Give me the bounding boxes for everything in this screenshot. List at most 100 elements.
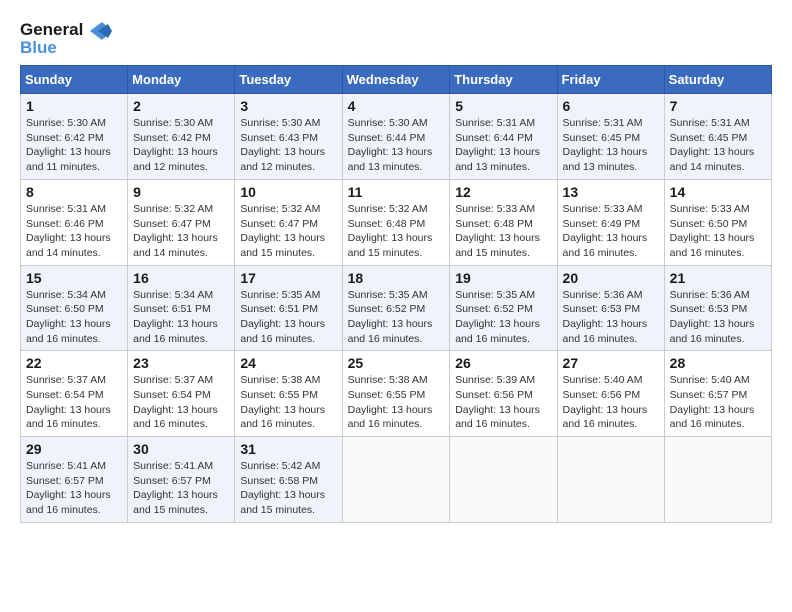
day-info: Sunrise: 5:41 AM Sunset: 6:57 PM Dayligh… xyxy=(133,459,229,518)
day-info: Sunrise: 5:38 AM Sunset: 6:55 PM Dayligh… xyxy=(240,373,336,432)
calendar-cell: 4 Sunrise: 5:30 AM Sunset: 6:44 PM Dayli… xyxy=(342,94,450,180)
calendar-cell xyxy=(342,437,450,523)
day-number: 6 xyxy=(563,98,659,114)
calendar-cell: 29 Sunrise: 5:41 AM Sunset: 6:57 PM Dayl… xyxy=(21,437,128,523)
day-number: 5 xyxy=(455,98,551,114)
day-info: Sunrise: 5:30 AM Sunset: 6:44 PM Dayligh… xyxy=(348,116,445,175)
day-number: 13 xyxy=(563,184,659,200)
day-info: Sunrise: 5:40 AM Sunset: 6:56 PM Dayligh… xyxy=(563,373,659,432)
calendar-cell: 15 Sunrise: 5:34 AM Sunset: 6:50 PM Dayl… xyxy=(21,265,128,351)
day-number: 31 xyxy=(240,441,336,457)
calendar-cell: 10 Sunrise: 5:32 AM Sunset: 6:47 PM Dayl… xyxy=(235,179,342,265)
calendar-cell: 6 Sunrise: 5:31 AM Sunset: 6:45 PM Dayli… xyxy=(557,94,664,180)
day-info: Sunrise: 5:30 AM Sunset: 6:42 PM Dayligh… xyxy=(133,116,229,175)
day-info: Sunrise: 5:37 AM Sunset: 6:54 PM Dayligh… xyxy=(133,373,229,432)
calendar-cell xyxy=(664,437,771,523)
day-number: 18 xyxy=(348,270,445,286)
calendar-cell: 3 Sunrise: 5:30 AM Sunset: 6:43 PM Dayli… xyxy=(235,94,342,180)
calendar-cell: 28 Sunrise: 5:40 AM Sunset: 6:57 PM Dayl… xyxy=(664,351,771,437)
day-info: Sunrise: 5:32 AM Sunset: 6:47 PM Dayligh… xyxy=(240,202,336,261)
day-number: 17 xyxy=(240,270,336,286)
calendar-cell: 2 Sunrise: 5:30 AM Sunset: 6:42 PM Dayli… xyxy=(128,94,235,180)
day-number: 7 xyxy=(670,98,766,114)
day-number: 4 xyxy=(348,98,445,114)
day-number: 20 xyxy=(563,270,659,286)
day-info: Sunrise: 5:31 AM Sunset: 6:44 PM Dayligh… xyxy=(455,116,551,175)
day-number: 14 xyxy=(670,184,766,200)
calendar-cell: 12 Sunrise: 5:33 AM Sunset: 6:48 PM Dayl… xyxy=(450,179,557,265)
calendar-cell: 5 Sunrise: 5:31 AM Sunset: 6:44 PM Dayli… xyxy=(450,94,557,180)
day-info: Sunrise: 5:36 AM Sunset: 6:53 PM Dayligh… xyxy=(563,288,659,347)
calendar-cell: 27 Sunrise: 5:40 AM Sunset: 6:56 PM Dayl… xyxy=(557,351,664,437)
calendar-cell: 21 Sunrise: 5:36 AM Sunset: 6:53 PM Dayl… xyxy=(664,265,771,351)
calendar-cell: 16 Sunrise: 5:34 AM Sunset: 6:51 PM Dayl… xyxy=(128,265,235,351)
day-number: 1 xyxy=(26,98,122,114)
day-number: 19 xyxy=(455,270,551,286)
weekday-header-monday: Monday xyxy=(128,66,235,94)
weekday-header-tuesday: Tuesday xyxy=(235,66,342,94)
day-number: 28 xyxy=(670,355,766,371)
day-number: 30 xyxy=(133,441,229,457)
weekday-header-saturday: Saturday xyxy=(664,66,771,94)
day-number: 24 xyxy=(240,355,336,371)
day-info: Sunrise: 5:33 AM Sunset: 6:48 PM Dayligh… xyxy=(455,202,551,261)
day-info: Sunrise: 5:33 AM Sunset: 6:50 PM Dayligh… xyxy=(670,202,766,261)
day-info: Sunrise: 5:35 AM Sunset: 6:52 PM Dayligh… xyxy=(348,288,445,347)
day-info: Sunrise: 5:39 AM Sunset: 6:56 PM Dayligh… xyxy=(455,373,551,432)
day-info: Sunrise: 5:31 AM Sunset: 6:45 PM Dayligh… xyxy=(563,116,659,175)
day-info: Sunrise: 5:34 AM Sunset: 6:51 PM Dayligh… xyxy=(133,288,229,347)
day-info: Sunrise: 5:42 AM Sunset: 6:58 PM Dayligh… xyxy=(240,459,336,518)
day-number: 8 xyxy=(26,184,122,200)
day-number: 25 xyxy=(348,355,445,371)
weekday-header-sunday: Sunday xyxy=(21,66,128,94)
calendar-cell: 7 Sunrise: 5:31 AM Sunset: 6:45 PM Dayli… xyxy=(664,94,771,180)
calendar-cell: 9 Sunrise: 5:32 AM Sunset: 6:47 PM Dayli… xyxy=(128,179,235,265)
day-number: 15 xyxy=(26,270,122,286)
calendar-cell: 1 Sunrise: 5:30 AM Sunset: 6:42 PM Dayli… xyxy=(21,94,128,180)
day-number: 27 xyxy=(563,355,659,371)
calendar-cell: 19 Sunrise: 5:35 AM Sunset: 6:52 PM Dayl… xyxy=(450,265,557,351)
day-info: Sunrise: 5:36 AM Sunset: 6:53 PM Dayligh… xyxy=(670,288,766,347)
calendar-cell: 26 Sunrise: 5:39 AM Sunset: 6:56 PM Dayl… xyxy=(450,351,557,437)
calendar-cell: 24 Sunrise: 5:38 AM Sunset: 6:55 PM Dayl… xyxy=(235,351,342,437)
calendar-cell xyxy=(450,437,557,523)
day-info: Sunrise: 5:34 AM Sunset: 6:50 PM Dayligh… xyxy=(26,288,122,347)
day-info: Sunrise: 5:37 AM Sunset: 6:54 PM Dayligh… xyxy=(26,373,122,432)
calendar-cell: 13 Sunrise: 5:33 AM Sunset: 6:49 PM Dayl… xyxy=(557,179,664,265)
day-number: 23 xyxy=(133,355,229,371)
logo: General Blue xyxy=(20,20,112,57)
day-number: 21 xyxy=(670,270,766,286)
day-number: 2 xyxy=(133,98,229,114)
day-number: 11 xyxy=(348,184,445,200)
day-info: Sunrise: 5:31 AM Sunset: 6:46 PM Dayligh… xyxy=(26,202,122,261)
calendar-cell: 22 Sunrise: 5:37 AM Sunset: 6:54 PM Dayl… xyxy=(21,351,128,437)
calendar-cell: 25 Sunrise: 5:38 AM Sunset: 6:55 PM Dayl… xyxy=(342,351,450,437)
calendar-cell: 31 Sunrise: 5:42 AM Sunset: 6:58 PM Dayl… xyxy=(235,437,342,523)
calendar-cell: 23 Sunrise: 5:37 AM Sunset: 6:54 PM Dayl… xyxy=(128,351,235,437)
calendar-cell: 17 Sunrise: 5:35 AM Sunset: 6:51 PM Dayl… xyxy=(235,265,342,351)
day-info: Sunrise: 5:35 AM Sunset: 6:51 PM Dayligh… xyxy=(240,288,336,347)
day-number: 12 xyxy=(455,184,551,200)
calendar-cell: 30 Sunrise: 5:41 AM Sunset: 6:57 PM Dayl… xyxy=(128,437,235,523)
day-number: 22 xyxy=(26,355,122,371)
calendar-cell: 20 Sunrise: 5:36 AM Sunset: 6:53 PM Dayl… xyxy=(557,265,664,351)
calendar-cell xyxy=(557,437,664,523)
day-number: 26 xyxy=(455,355,551,371)
calendar-cell: 18 Sunrise: 5:35 AM Sunset: 6:52 PM Dayl… xyxy=(342,265,450,351)
day-number: 9 xyxy=(133,184,229,200)
day-info: Sunrise: 5:30 AM Sunset: 6:43 PM Dayligh… xyxy=(240,116,336,175)
day-number: 16 xyxy=(133,270,229,286)
weekday-header-thursday: Thursday xyxy=(450,66,557,94)
day-info: Sunrise: 5:33 AM Sunset: 6:49 PM Dayligh… xyxy=(563,202,659,261)
day-number: 3 xyxy=(240,98,336,114)
day-info: Sunrise: 5:32 AM Sunset: 6:47 PM Dayligh… xyxy=(133,202,229,261)
calendar-cell: 11 Sunrise: 5:32 AM Sunset: 6:48 PM Dayl… xyxy=(342,179,450,265)
day-info: Sunrise: 5:35 AM Sunset: 6:52 PM Dayligh… xyxy=(455,288,551,347)
weekday-header-wednesday: Wednesday xyxy=(342,66,450,94)
day-number: 10 xyxy=(240,184,336,200)
day-info: Sunrise: 5:38 AM Sunset: 6:55 PM Dayligh… xyxy=(348,373,445,432)
day-info: Sunrise: 5:41 AM Sunset: 6:57 PM Dayligh… xyxy=(26,459,122,518)
calendar-cell: 14 Sunrise: 5:33 AM Sunset: 6:50 PM Dayl… xyxy=(664,179,771,265)
calendar-table: SundayMondayTuesdayWednesdayThursdayFrid… xyxy=(20,65,772,523)
calendar-cell: 8 Sunrise: 5:31 AM Sunset: 6:46 PM Dayli… xyxy=(21,179,128,265)
